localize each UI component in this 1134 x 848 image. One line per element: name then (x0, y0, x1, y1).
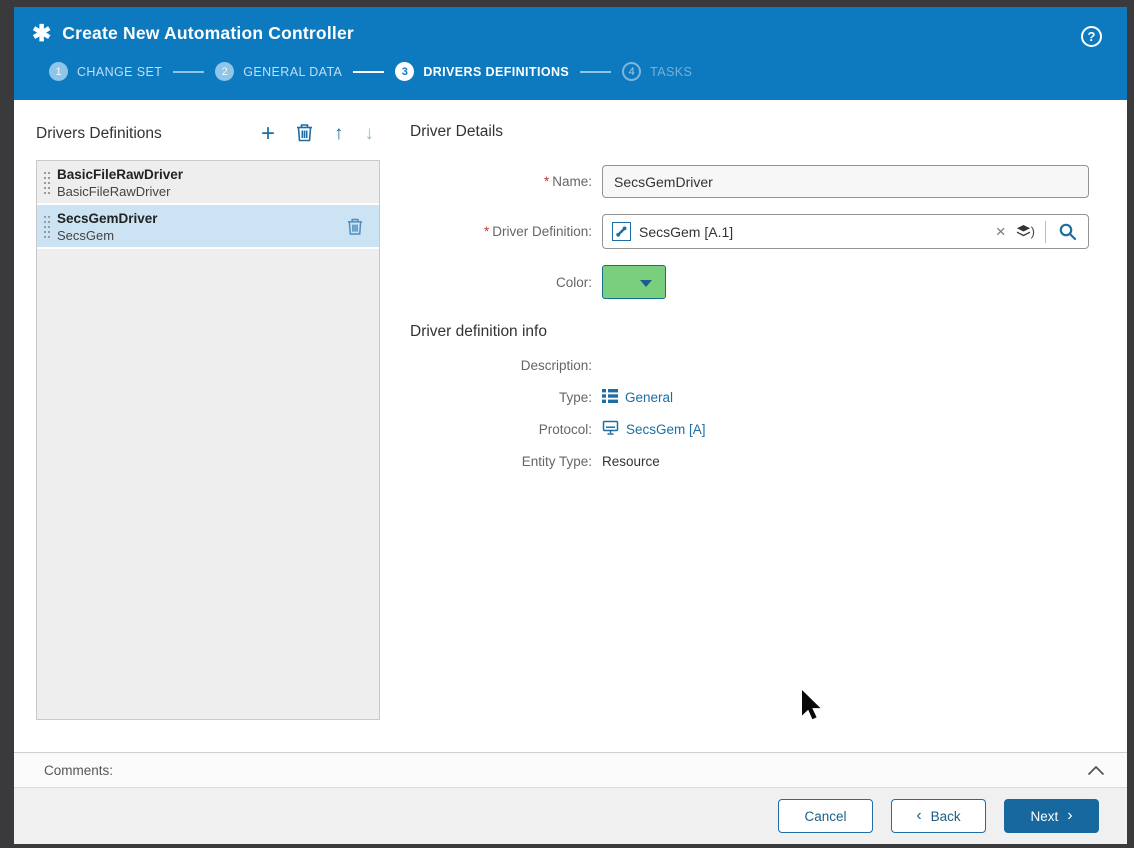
move-down-button[interactable]: ↓ (365, 124, 375, 144)
step-change-set[interactable]: 1 CHANGE SET (49, 62, 162, 81)
clear-icon[interactable]: × (994, 223, 1008, 240)
chevron-right-icon: › (1067, 808, 1072, 824)
list-item-basicfilerawdriver[interactable]: BasicFileRawDriver BasicFileRawDriver (37, 161, 379, 205)
step-general-data[interactable]: 2 GENERAL DATA (215, 62, 342, 81)
entity-link-icon (612, 222, 631, 241)
required-marker: * (484, 224, 489, 239)
required-marker: * (544, 174, 549, 189)
driver-definition-name: BasicFileRawDriver (57, 184, 369, 201)
create-automation-controller-dialog: ✱ Create New Automation Controller ? 1 C… (14, 7, 1127, 844)
step-tasks: 4 TASKS (622, 62, 692, 81)
cancel-button[interactable]: Cancel (778, 799, 873, 833)
step-1-label: CHANGE SET (77, 65, 162, 79)
back-button[interactable]: ‹ Back (891, 799, 986, 833)
help-icon[interactable]: ? (1081, 26, 1102, 47)
step-drivers-definitions[interactable]: 3 DRIVERS DEFINITIONS (395, 62, 569, 81)
trash-icon (296, 123, 313, 145)
divider (1045, 221, 1046, 243)
name-input[interactable] (602, 165, 1089, 198)
versions-icon[interactable]: ) (1016, 224, 1035, 239)
main-content: Drivers Definitions + (14, 100, 1127, 752)
driver-definition-info-title: Driver definition info (410, 323, 1099, 341)
versions-suffix: ) (1031, 224, 1035, 239)
trash-icon (347, 224, 363, 239)
driver-definition-name: SecsGem (57, 228, 369, 245)
step-4-label: TASKS (650, 65, 692, 79)
driver-name: SecsGemDriver (57, 210, 369, 228)
wizard-steps: 1 CHANGE SET 2 GENERAL DATA 3 DRIVERS DE… (49, 62, 1107, 81)
step-2-circle: 2 (215, 62, 234, 81)
title-row: ✱ Create New Automation Controller (32, 22, 1107, 45)
driver-details-panel: Driver Details *Name: *Driver Definition… (410, 120, 1099, 752)
driver-definition-label: *Driver Definition: (410, 224, 602, 239)
driver-definition-row: *Driver Definition: SecsGem [A.1] × ) (410, 214, 1099, 249)
move-up-button[interactable]: ↑ (334, 124, 344, 144)
description-row: Description: (410, 356, 1099, 375)
search-icon[interactable] (1056, 222, 1079, 241)
step-3-label: DRIVERS DEFINITIONS (423, 65, 569, 79)
next-button[interactable]: Next › (1004, 799, 1099, 833)
row-delete-button[interactable] (347, 217, 363, 239)
drag-handle-icon[interactable] (44, 216, 52, 238)
step-4-circle: 4 (622, 62, 641, 81)
protocol-monitor-icon (602, 420, 619, 439)
name-row: *Name: (410, 165, 1099, 198)
dialog-title: Create New Automation Controller (62, 23, 354, 44)
list-type-icon (602, 389, 618, 406)
color-swatch-button[interactable] (602, 265, 666, 299)
chevron-left-icon: ‹ (916, 808, 921, 824)
entity-type-value: Resource (602, 454, 660, 469)
add-driver-button[interactable]: + (261, 124, 275, 144)
wizard-asterisk-icon: ✱ (32, 22, 51, 45)
step-1-circle: 1 (49, 62, 68, 81)
drivers-panel: Drivers Definitions + (36, 120, 380, 752)
description-label: Description: (410, 358, 602, 373)
plus-icon: + (261, 124, 275, 144)
entity-type-label: Entity Type: (410, 454, 602, 469)
color-row: Color: (410, 265, 1099, 299)
arrow-down-icon: ↓ (365, 124, 375, 144)
color-label: Color: (410, 275, 602, 290)
wizard-header: ✱ Create New Automation Controller ? 1 C… (14, 7, 1127, 100)
collapse-chevron-icon[interactable] (1087, 765, 1105, 776)
step-connector (353, 71, 384, 73)
drivers-toolbar: + ↑ ↓ (261, 123, 380, 145)
protocol-label: Protocol: (410, 422, 602, 437)
chevron-down-icon (640, 280, 652, 287)
arrow-up-icon: ↑ (334, 124, 344, 144)
delete-driver-button[interactable] (296, 123, 313, 145)
list-item-secsgemdriver[interactable]: SecsGemDriver SecsGem (37, 205, 379, 249)
drivers-panel-title: Drivers Definitions (36, 125, 162, 143)
step-connector (173, 71, 204, 73)
driver-name: BasicFileRawDriver (57, 166, 369, 184)
type-label: Type: (410, 390, 602, 405)
step-2-label: GENERAL DATA (243, 65, 342, 79)
entity-type-row: Entity Type: Resource (410, 452, 1099, 471)
drivers-list: BasicFileRawDriver BasicFileRawDriver Se… (36, 160, 380, 720)
comments-bar: Comments: (14, 752, 1127, 788)
driver-details-title: Driver Details (410, 123, 1099, 141)
protocol-row: Protocol: SecsGem [A] (410, 420, 1099, 439)
type-row: Type: General (410, 388, 1099, 407)
drag-handle-icon[interactable] (44, 172, 52, 194)
footer: Cancel ‹ Back Next › (14, 788, 1127, 844)
driver-definition-picker[interactable]: SecsGem [A.1] × ) (602, 214, 1089, 249)
step-connector (580, 71, 611, 73)
name-label: *Name: (410, 174, 602, 189)
type-value-link[interactable]: General (625, 390, 673, 405)
step-3-circle: 3 (395, 62, 414, 81)
drivers-panel-header: Drivers Definitions + (36, 123, 380, 145)
comments-label: Comments: (44, 763, 113, 778)
driver-definition-value: SecsGem [A.1] (639, 224, 986, 240)
protocol-value-link[interactable]: SecsGem [A] (626, 422, 706, 437)
